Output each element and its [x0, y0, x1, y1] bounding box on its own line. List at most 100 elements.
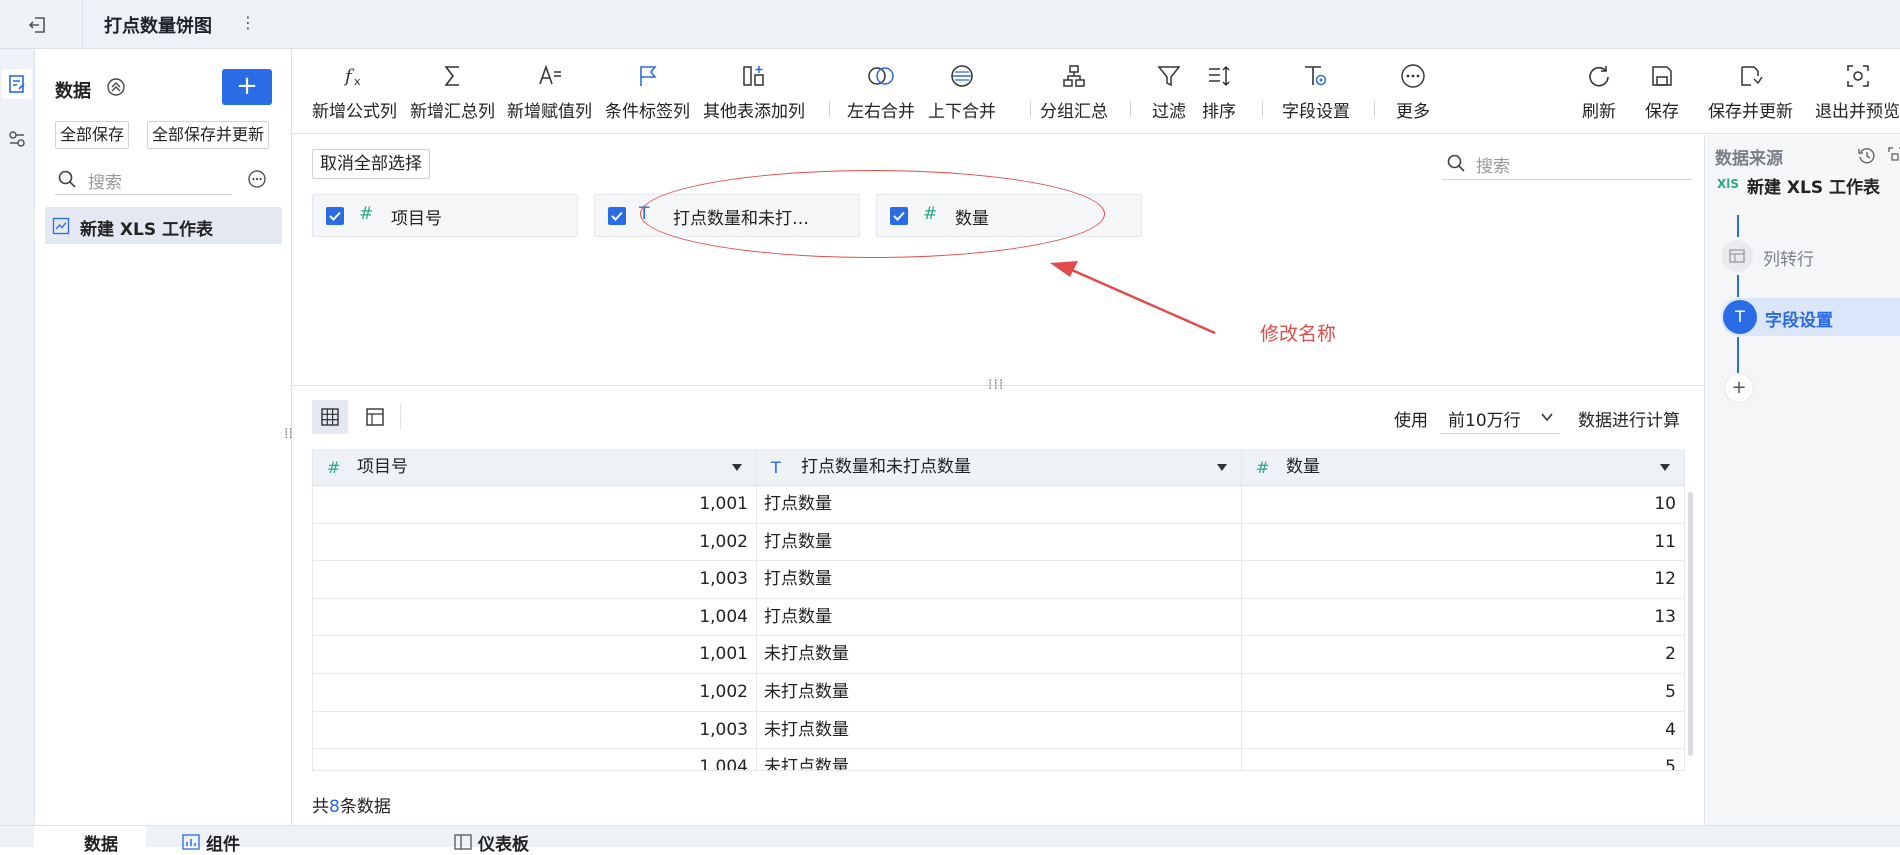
table-view-toggle[interactable] — [357, 400, 393, 434]
history-icon[interactable] — [1857, 146, 1877, 166]
checkbox-checked[interactable] — [326, 207, 344, 225]
step-label: 列转行 — [1763, 250, 1814, 270]
column-header-label: 数量 — [1286, 457, 1320, 477]
table-cell: 11 — [1242, 523, 1685, 561]
list-item-label: 新建 XLS 工作表 — [80, 220, 214, 240]
more-button[interactable]: 更多 — [1396, 61, 1430, 122]
filter-button[interactable]: 过滤 — [1152, 61, 1186, 122]
merge-vertical-button[interactable]: 上下合并 — [928, 61, 996, 122]
table-cell: 打点数量 — [757, 598, 1242, 636]
save-button[interactable]: 保存 — [1645, 61, 1679, 122]
relation-icon[interactable] — [2, 124, 32, 154]
save-update-button[interactable]: 保存并更新 — [1708, 61, 1793, 122]
tab-component[interactable]: 组件 — [176, 830, 240, 855]
field-settings-button[interactable]: 字段设置 — [1282, 61, 1350, 122]
add-summary-column-button[interactable]: 新增汇总列 — [410, 61, 495, 122]
top-header: 打点数量饼图 ⋮ — [0, 0, 1900, 49]
pipeline-connector — [1737, 215, 1739, 237]
unpivot-icon — [1721, 240, 1753, 272]
data-table: # 项目号 T 打点数量和未打点数量 # 数量 1,001 打点数量 10 1,… — [312, 449, 1685, 772]
expand-icon[interactable] — [1887, 146, 1900, 164]
annotation-arrow — [1050, 261, 1216, 335]
data-search-input[interactable]: 搜索 — [55, 163, 232, 195]
column-header-dot-count-type[interactable]: T 打点数量和未打点数量 — [757, 449, 1242, 485]
table-scrollbar[interactable] — [1688, 492, 1693, 756]
data-source-name[interactable]: 新建 XLS 工作表 — [1747, 173, 1880, 198]
row-limit-value: 前10万行 — [1448, 411, 1521, 431]
data-edit-icon[interactable] — [2, 69, 32, 99]
sort-icon — [1202, 61, 1236, 91]
toolbar-divider — [1262, 101, 1263, 117]
add-step-button[interactable]: + — [1724, 373, 1754, 403]
toolbar-label: 刷新 — [1582, 102, 1616, 122]
toolbar-label: 更多 — [1396, 102, 1430, 122]
drag-handle-icon[interactable]: ⁞⁞⁞ — [988, 377, 1004, 393]
add-assign-column-button[interactable]: 新增赋值列 — [507, 61, 592, 122]
assign-icon — [507, 61, 592, 91]
refresh-icon — [1582, 61, 1616, 91]
condition-tag-column-button[interactable]: 条件标签列 — [605, 61, 690, 122]
add-formula-column-button[interactable]: fx 新增公式列 — [312, 61, 397, 122]
column-header-label: 项目号 — [357, 457, 408, 477]
search-icon — [57, 169, 77, 189]
list-item-xls-sheet[interactable]: 新建 XLS 工作表 — [45, 207, 282, 244]
tab-data[interactable]: 数据 — [34, 826, 146, 855]
checkbox-checked[interactable] — [608, 207, 626, 225]
cancel-all-selection-button[interactable]: 取消全部选择 — [312, 149, 430, 179]
toolbar-label: 新增公式列 — [312, 102, 397, 122]
filter-icon — [1152, 61, 1186, 91]
toolbar-label: 保存 — [1645, 102, 1679, 122]
tab-dashboard[interactable]: 仪表板 — [448, 830, 529, 855]
table-cell: 打点数量 — [757, 523, 1242, 561]
field-search-input[interactable]: 搜索 — [1442, 146, 1692, 180]
total-suffix: 条数据 — [339, 797, 391, 817]
vertical-more-icon[interactable]: ⋮ — [240, 13, 256, 32]
more-options-icon[interactable] — [247, 169, 267, 189]
view-divider — [400, 404, 401, 430]
add-data-button[interactable]: + — [222, 69, 272, 105]
sort-button[interactable]: 排序 — [1202, 61, 1236, 122]
collapse-icon[interactable] — [105, 76, 127, 98]
toolbar-divider — [1130, 101, 1131, 117]
save-all-button[interactable]: 全部保存 — [55, 121, 130, 149]
refresh-button[interactable]: 刷新 — [1582, 61, 1616, 122]
field-chip-project-no[interactable]: # 项目号 — [312, 194, 578, 237]
save-update-icon — [1708, 61, 1793, 91]
annotation-text: 修改名称 — [1260, 323, 1337, 345]
table-cell: 1,003 — [312, 711, 757, 749]
caret-down-icon[interactable] — [1660, 464, 1670, 471]
column-header-quantity[interactable]: # 数量 — [1242, 449, 1685, 485]
right-pipeline-panel: 数据来源 XlS 新建 XLS 工作表 列转行 T 字段设置 + — [1704, 135, 1900, 825]
text-type-icon: T — [771, 458, 781, 477]
resize-handle-icon[interactable]: ⁞⁞ — [284, 426, 293, 442]
exit-preview-button[interactable]: 退出并预览 — [1815, 61, 1900, 122]
table-cell: 1,001 — [312, 636, 757, 673]
grid-view-toggle[interactable] — [312, 400, 348, 434]
exit-icon[interactable] — [26, 12, 52, 38]
field-settings-icon: T — [1723, 300, 1757, 334]
table-cell: 1,002 — [312, 673, 757, 711]
group-summary-button[interactable]: 分组汇总 — [1040, 61, 1108, 122]
xls-file-icon: XlS — [1717, 177, 1740, 191]
pipeline-step-field-settings[interactable]: T 字段设置 — [1721, 298, 1900, 336]
table-cell: 2 — [1242, 636, 1685, 673]
caret-down-icon[interactable] — [1217, 464, 1227, 471]
search-icon — [1446, 153, 1466, 173]
table-row: 1,003 打点数量 12 — [312, 561, 1685, 599]
caret-down-icon[interactable] — [732, 464, 742, 471]
row-limit-select[interactable]: 前10万行 — [1440, 398, 1560, 434]
table-cell: 未打点数量 — [757, 711, 1242, 749]
total-prefix: 共 — [312, 797, 329, 817]
chart-line-icon — [52, 217, 70, 235]
add-column-from-table-button[interactable]: 其他表添加列 — [703, 61, 805, 122]
merge-horizontal-button[interactable]: 左右合并 — [847, 61, 915, 122]
table-cell: 1,002 — [312, 523, 757, 561]
save-all-update-button[interactable]: 全部保存并更新 — [147, 121, 270, 149]
svg-text:x: x — [354, 75, 361, 88]
table-cell: 13 — [1242, 598, 1685, 636]
table-cell: 未打点数量 — [757, 749, 1242, 771]
column-header-project-no[interactable]: # 项目号 — [312, 449, 757, 485]
table-row: 1,002 未打点数量 5 — [312, 673, 1685, 712]
toolbar-label: 字段设置 — [1282, 102, 1350, 122]
pipeline-step-unpivot[interactable]: 列转行 — [1721, 238, 1900, 274]
